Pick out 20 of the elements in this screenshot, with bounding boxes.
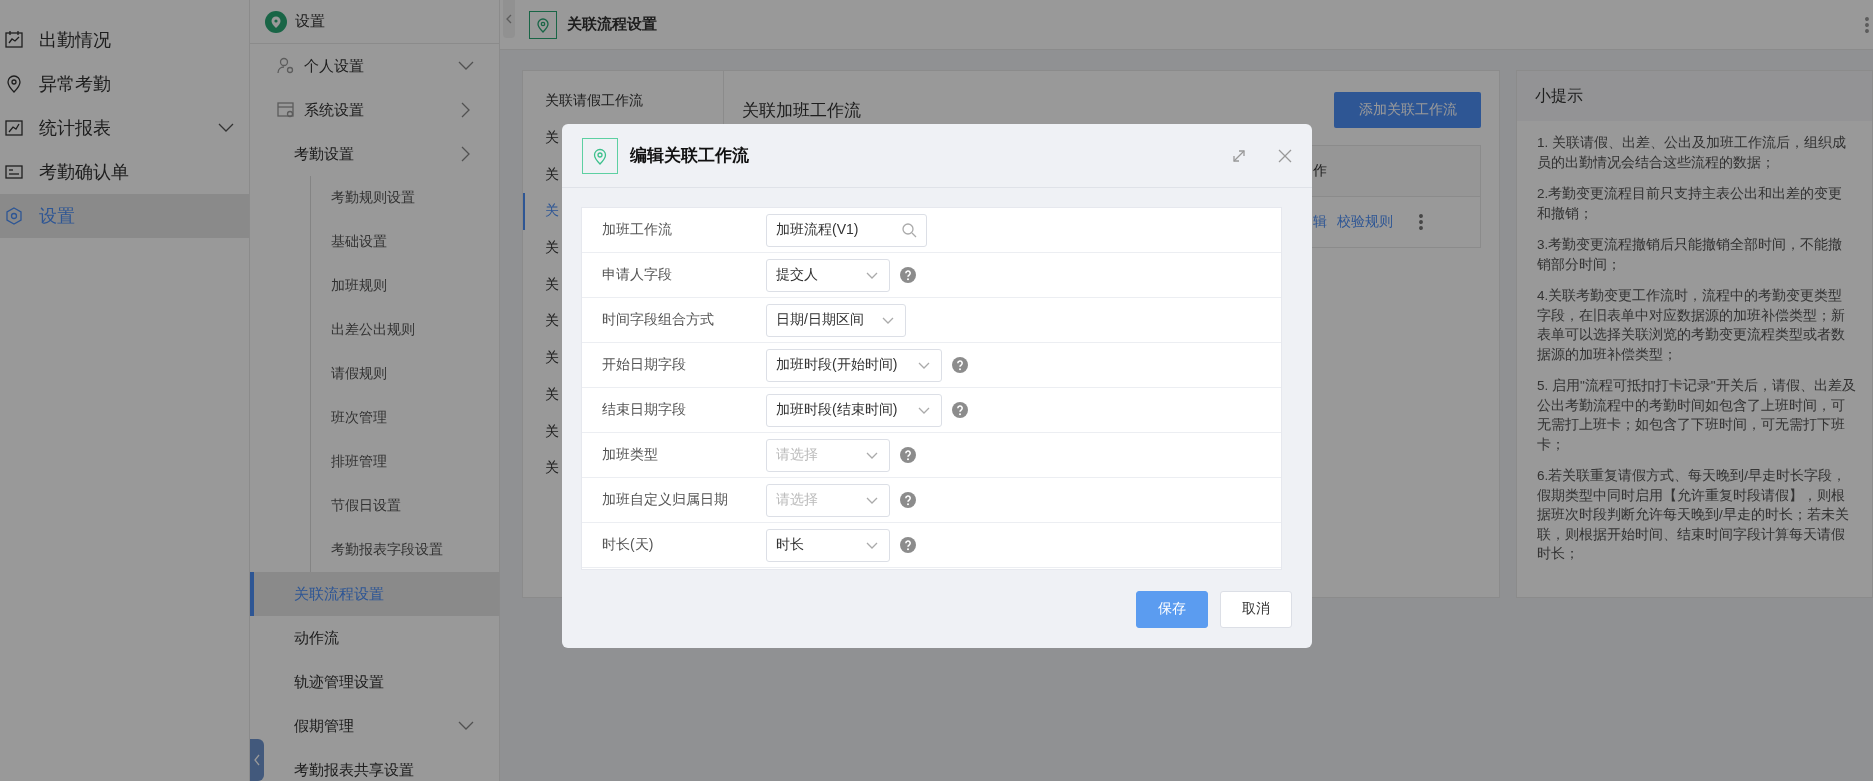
field-label: 加班自定义归属日期 <box>601 491 729 509</box>
panel-title: 设置 <box>295 12 325 31</box>
field-label: 时长(天) <box>601 536 655 554</box>
column-header: 作 <box>1313 162 1327 180</box>
tip-text: 3.考勤变更流程撤销后只能撤销全部时间，不能撤销部分时间； <box>1537 236 1844 274</box>
field-label: 时间字段组合方式 <box>601 311 715 329</box>
field-label: 开始日期字段 <box>601 356 687 374</box>
field-label: 申请人字段 <box>601 266 673 284</box>
dialog-title: 编辑关联工作流 <box>630 145 750 167</box>
tip-text: 4.关联考勤变更工作流时，流程中的考勤变更类型字段，在旧表单中对应数据源的加班补偿类型；新表单可以选择关联浏览的考勤变更流程类型或者数据源的加班补偿类型； <box>1537 287 1846 364</box>
field-label: 结束日期字段 <box>601 401 687 419</box>
tips-title: 小提示 <box>1535 85 1583 106</box>
tip-text: 1. 关联请假、出差、公出及加班工作流后，组织成员的出勤情况会结合这些流程的数据； <box>1537 134 1847 172</box>
field-label: 加班工作流 <box>601 221 673 239</box>
page-title: 关联流程设置 <box>567 15 658 34</box>
field-label: 加班类型 <box>601 446 659 464</box>
tip-text: 5. 启用"流程可抵扣打卡记录"开关后，请假、出差及公出考勤流程中的考勤时间如包含了上班时间，可无需打上班卡；如包含了下班时间，可无需打下班卡； <box>1537 377 1856 454</box>
tip-text: 2.考勤变更流程目前只支持主表公出和出差的变更和撤销； <box>1537 185 1844 223</box>
tip-text: 6.若关联重复请假方式、每天晚到/早走时长字段，假期类型中同时启用【允许重复时段请假】，则根据班次时段判断允许每天晚到/早走的时长；若未关联，则根据开始时间、结束时间字段计算每天请假时长； <box>1537 467 1850 563</box>
section-title: 关联加班工作流 <box>742 99 861 122</box>
